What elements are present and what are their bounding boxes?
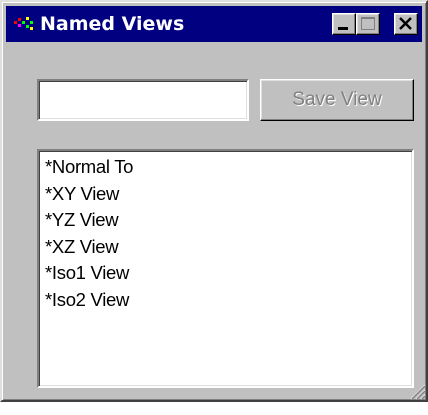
maximize-icon xyxy=(361,17,375,30)
view-name-input[interactable] xyxy=(37,79,249,121)
title-bar[interactable]: Named Views xyxy=(6,6,422,42)
color-dots-icon xyxy=(14,17,33,30)
maximize-button[interactable] xyxy=(356,13,380,35)
views-list[interactable]: *Normal To *XY View *YZ View *XZ View *I… xyxy=(37,149,414,388)
window-title: Named Views xyxy=(40,13,185,35)
list-item[interactable]: *Iso1 View xyxy=(45,260,406,287)
resize-grip-icon[interactable] xyxy=(408,382,426,400)
close-icon xyxy=(399,17,412,30)
close-button[interactable] xyxy=(394,13,418,35)
save-view-button[interactable]: Save View xyxy=(260,79,414,121)
list-item[interactable]: *XZ View xyxy=(45,234,406,261)
named-views-window: Named Views Save View *Normal To *XY Vie… xyxy=(0,0,428,402)
list-item[interactable]: *Normal To xyxy=(45,154,406,181)
list-item[interactable]: *XY View xyxy=(45,181,406,208)
list-item[interactable]: *Iso2 View xyxy=(45,287,406,314)
list-item[interactable]: *YZ View xyxy=(45,207,406,234)
minimize-icon xyxy=(338,27,348,30)
minimize-button[interactable] xyxy=(332,13,356,35)
